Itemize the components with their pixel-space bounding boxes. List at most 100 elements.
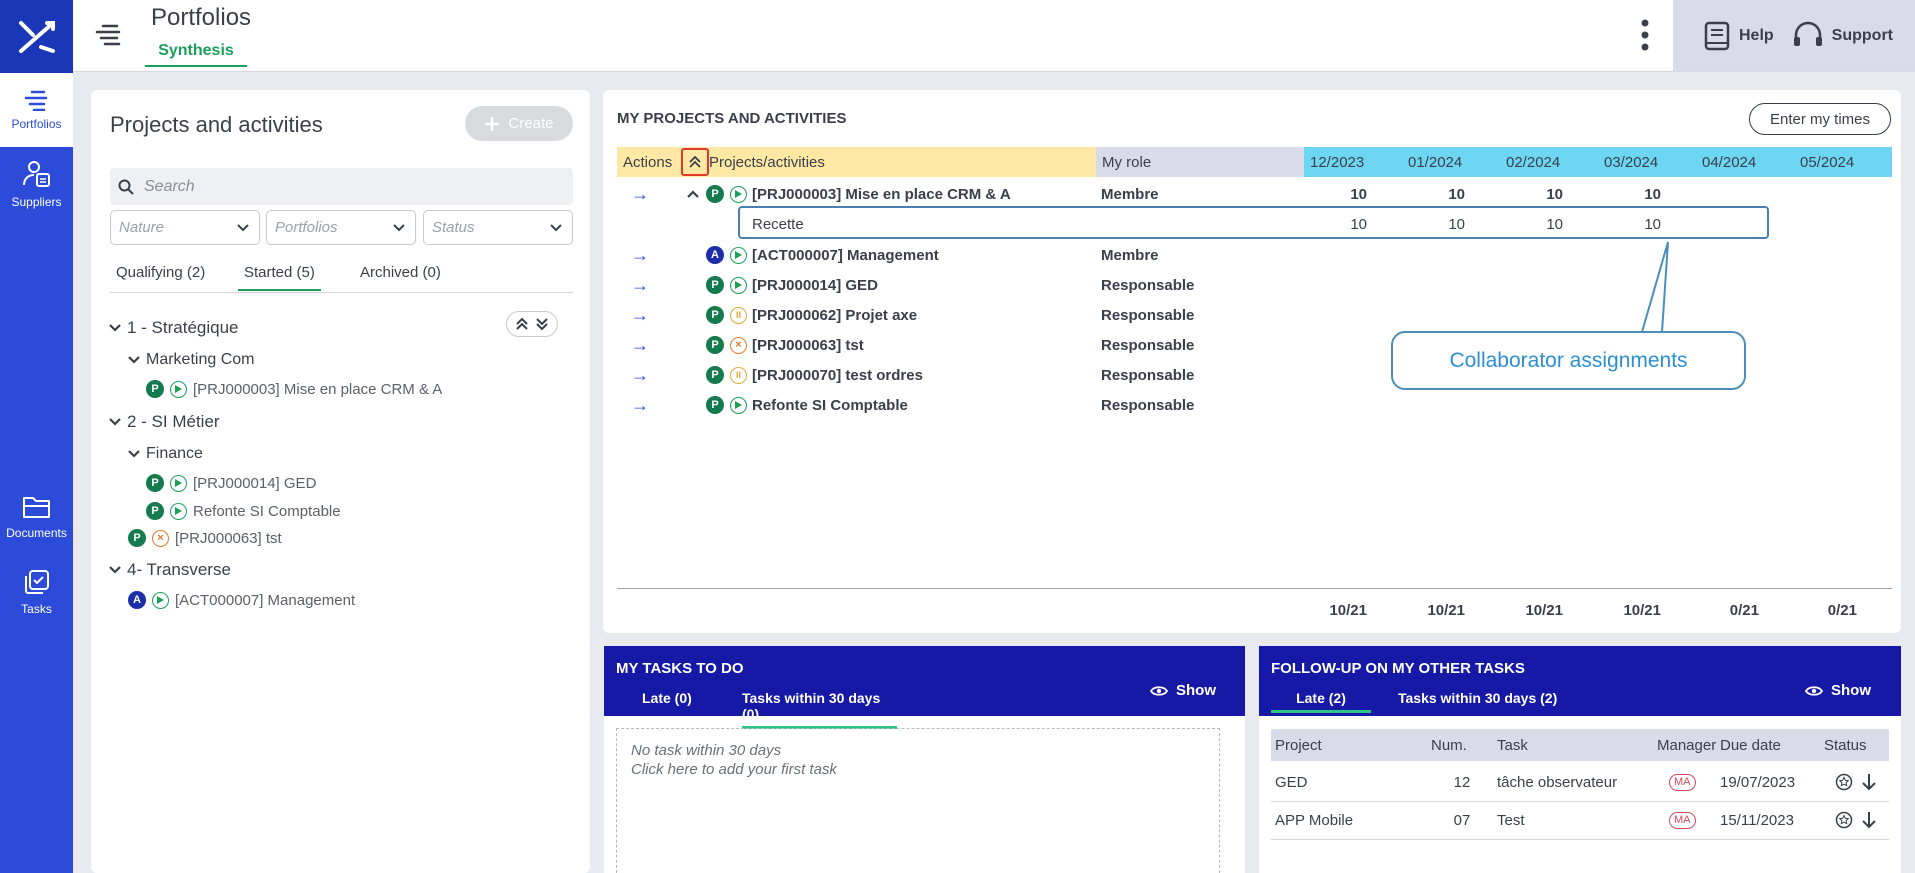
sidebar-item-suppliers[interactable]: Suppliers <box>0 147 73 221</box>
open-arrow-icon[interactable]: → <box>631 390 649 420</box>
menu-icon[interactable] <box>95 22 123 50</box>
project-badge: P <box>706 276 724 294</box>
sidebar-item-tasks[interactable]: Tasks <box>0 555 73 629</box>
open-arrow-icon[interactable]: → <box>631 330 649 360</box>
project-badge: P <box>706 306 724 324</box>
open-arrow-icon[interactable]: → <box>631 179 649 209</box>
tree-leaf[interactable]: P [PRJ000014] GED <box>146 474 316 492</box>
tree-leaf[interactable]: P Refonte SI Comptable <box>146 502 341 520</box>
add-first-task-area[interactable]: No task within 30 days Click here to add… <box>616 728 1220 873</box>
project-name[interactable]: [PRJ000014] GED <box>752 270 878 300</box>
tree-node[interactable]: 4- Transverse <box>109 560 231 580</box>
help-button[interactable]: Help <box>1703 21 1774 51</box>
status-cell <box>1831 802 1877 838</box>
plus-icon <box>485 116 500 131</box>
project-cell[interactable]: GED <box>1271 764 1308 800</box>
col-task: Task <box>1493 729 1653 761</box>
role-cell: Responsable <box>1101 396 1195 414</box>
tab-within-30-days[interactable]: Tasks within 30 days (0) <box>742 690 897 729</box>
col-status: Status <box>1820 729 1889 761</box>
tasks-header: MY TASKS TO DO Late (0) Tasks within 30 … <box>604 646 1245 729</box>
search-placeholder: Search <box>144 177 195 195</box>
star-badge-icon[interactable] <box>1835 811 1853 829</box>
nature-select[interactable]: Nature <box>110 210 260 245</box>
create-button[interactable]: Create <box>465 106 573 141</box>
chevron-down-icon <box>128 356 140 364</box>
table-row: → P Refonte SI Comptable Responsable <box>617 390 1892 420</box>
task-name[interactable]: Recette <box>752 209 804 239</box>
tab-synthesis[interactable]: Synthesis <box>145 42 247 67</box>
portfolios-select[interactable]: Portfolios <box>266 210 416 245</box>
tree-leaf[interactable]: P [PRJ000003] Mise en place CRM & A <box>146 380 442 398</box>
show-button[interactable]: Show <box>1805 682 1871 699</box>
open-arrow-icon[interactable]: → <box>631 240 649 270</box>
tree-node[interactable]: Finance <box>128 445 203 463</box>
col-due-date: Due date <box>1716 729 1820 761</box>
project-name[interactable]: [PRJ000003] Mise en place CRM & A <box>752 179 1011 209</box>
show-label: Show <box>1176 682 1216 699</box>
tab-archived[interactable]: Archived (0) <box>354 260 447 289</box>
tab-late[interactable]: Late (2) <box>1271 690 1371 713</box>
expand-all-icon[interactable] <box>535 317 549 331</box>
table-row: → A [ACT000007] Management Membre <box>617 240 1892 270</box>
value-cell: 10 <box>1644 215 1661 233</box>
nature-select-label: Nature <box>119 219 165 236</box>
chevron-down-icon <box>237 223 249 231</box>
total-cell: 0/21 <box>1827 601 1857 619</box>
tree-leaf[interactable]: A [ACT000007] Management <box>128 591 355 609</box>
status-select[interactable]: Status <box>423 210 573 245</box>
tree-leaf[interactable]: P × [PRJ000063] tst <box>128 529 282 547</box>
tree-node-label: 4- Transverse <box>127 560 231 579</box>
open-arrow-icon[interactable]: → <box>631 300 649 330</box>
col-month: 05/2024 <box>1794 147 1892 177</box>
arrow-down-icon[interactable] <box>1861 811 1877 829</box>
col-actions: Actions <box>617 147 681 177</box>
role-cell: Responsable <box>1101 306 1195 324</box>
enter-times-button[interactable]: Enter my times <box>1749 103 1891 135</box>
tab-late[interactable]: Late (0) <box>642 690 692 710</box>
tree-node[interactable]: 1 - Stratégique <box>109 318 239 338</box>
collapse-all-icon[interactable] <box>515 317 529 331</box>
project-name[interactable]: Refonte SI Comptable <box>752 390 908 420</box>
help-label: Help <box>1739 26 1774 44</box>
sidebar-item-label: Documents <box>6 526 67 540</box>
role-cell: Membre <box>1101 246 1159 264</box>
tab-within-30-days[interactable]: Tasks within 30 days (2) <box>1398 690 1557 710</box>
project-name[interactable]: [PRJ000063] tst <box>752 330 864 360</box>
show-button[interactable]: Show <box>1150 682 1216 699</box>
tree-node[interactable]: 2 - SI Métier <box>109 412 220 432</box>
chevron-up-icon[interactable] <box>687 179 699 209</box>
sidebar: Portfolios Suppliers Documents Tasks <box>0 0 73 873</box>
task-cell[interactable]: tâche observateur <box>1493 764 1617 800</box>
tree-node[interactable]: Marketing Com <box>128 351 254 369</box>
tab-qualifying[interactable]: Qualifying (2) <box>110 260 211 289</box>
total-cell: 10/21 <box>1329 601 1367 619</box>
support-button[interactable]: Support <box>1792 21 1893 51</box>
activity-badge: A <box>706 246 724 264</box>
sidebar-item-documents[interactable]: Documents <box>0 480 73 554</box>
num-cell: 12 <box>1453 773 1471 791</box>
project-cell[interactable]: APP Mobile <box>1271 802 1353 838</box>
project-badge: P <box>706 396 724 414</box>
arrow-down-icon[interactable] <box>1861 773 1877 791</box>
task-cell[interactable]: Test <box>1493 802 1525 838</box>
app-logo[interactable] <box>0 0 73 73</box>
collapse-all-icon[interactable] <box>681 148 709 176</box>
search-input[interactable]: Search <box>110 168 573 205</box>
project-badge: P <box>146 502 164 520</box>
project-name[interactable]: [ACT000007] Management <box>752 240 939 270</box>
open-arrow-icon[interactable]: → <box>631 360 649 390</box>
pause-icon: II <box>730 306 747 324</box>
project-name[interactable]: [PRJ000070] test ordres <box>752 360 923 390</box>
create-label: Create <box>508 115 554 132</box>
callout-collaborator-assignments: Collaborator assignments <box>1391 331 1746 390</box>
star-badge-icon[interactable] <box>1835 773 1853 791</box>
tree-leaf-label: [PRJ000014] GED <box>193 474 317 492</box>
chevron-down-icon <box>109 418 121 426</box>
sidebar-item-portfolios[interactable]: Portfolios <box>0 73 73 147</box>
project-name[interactable]: [PRJ000062] Projet axe <box>752 300 917 330</box>
open-arrow-icon[interactable]: → <box>631 270 649 300</box>
play-icon <box>170 502 187 520</box>
more-options-icon[interactable] <box>1639 18 1651 56</box>
tab-started[interactable]: Started (5) <box>238 260 321 291</box>
